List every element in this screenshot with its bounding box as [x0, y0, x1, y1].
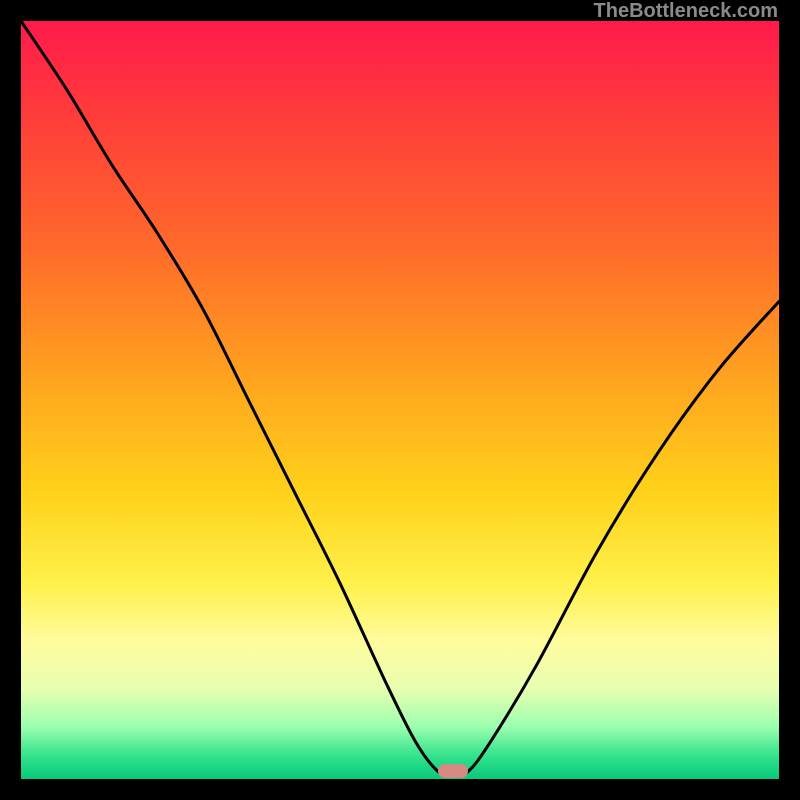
optimal-point-marker: [438, 764, 468, 778]
watermark-text: TheBottleneck.com: [594, 0, 778, 23]
chart-frame: TheBottleneck.com: [0, 0, 800, 800]
plot-area: [21, 21, 779, 779]
gradient-background: [21, 21, 779, 779]
